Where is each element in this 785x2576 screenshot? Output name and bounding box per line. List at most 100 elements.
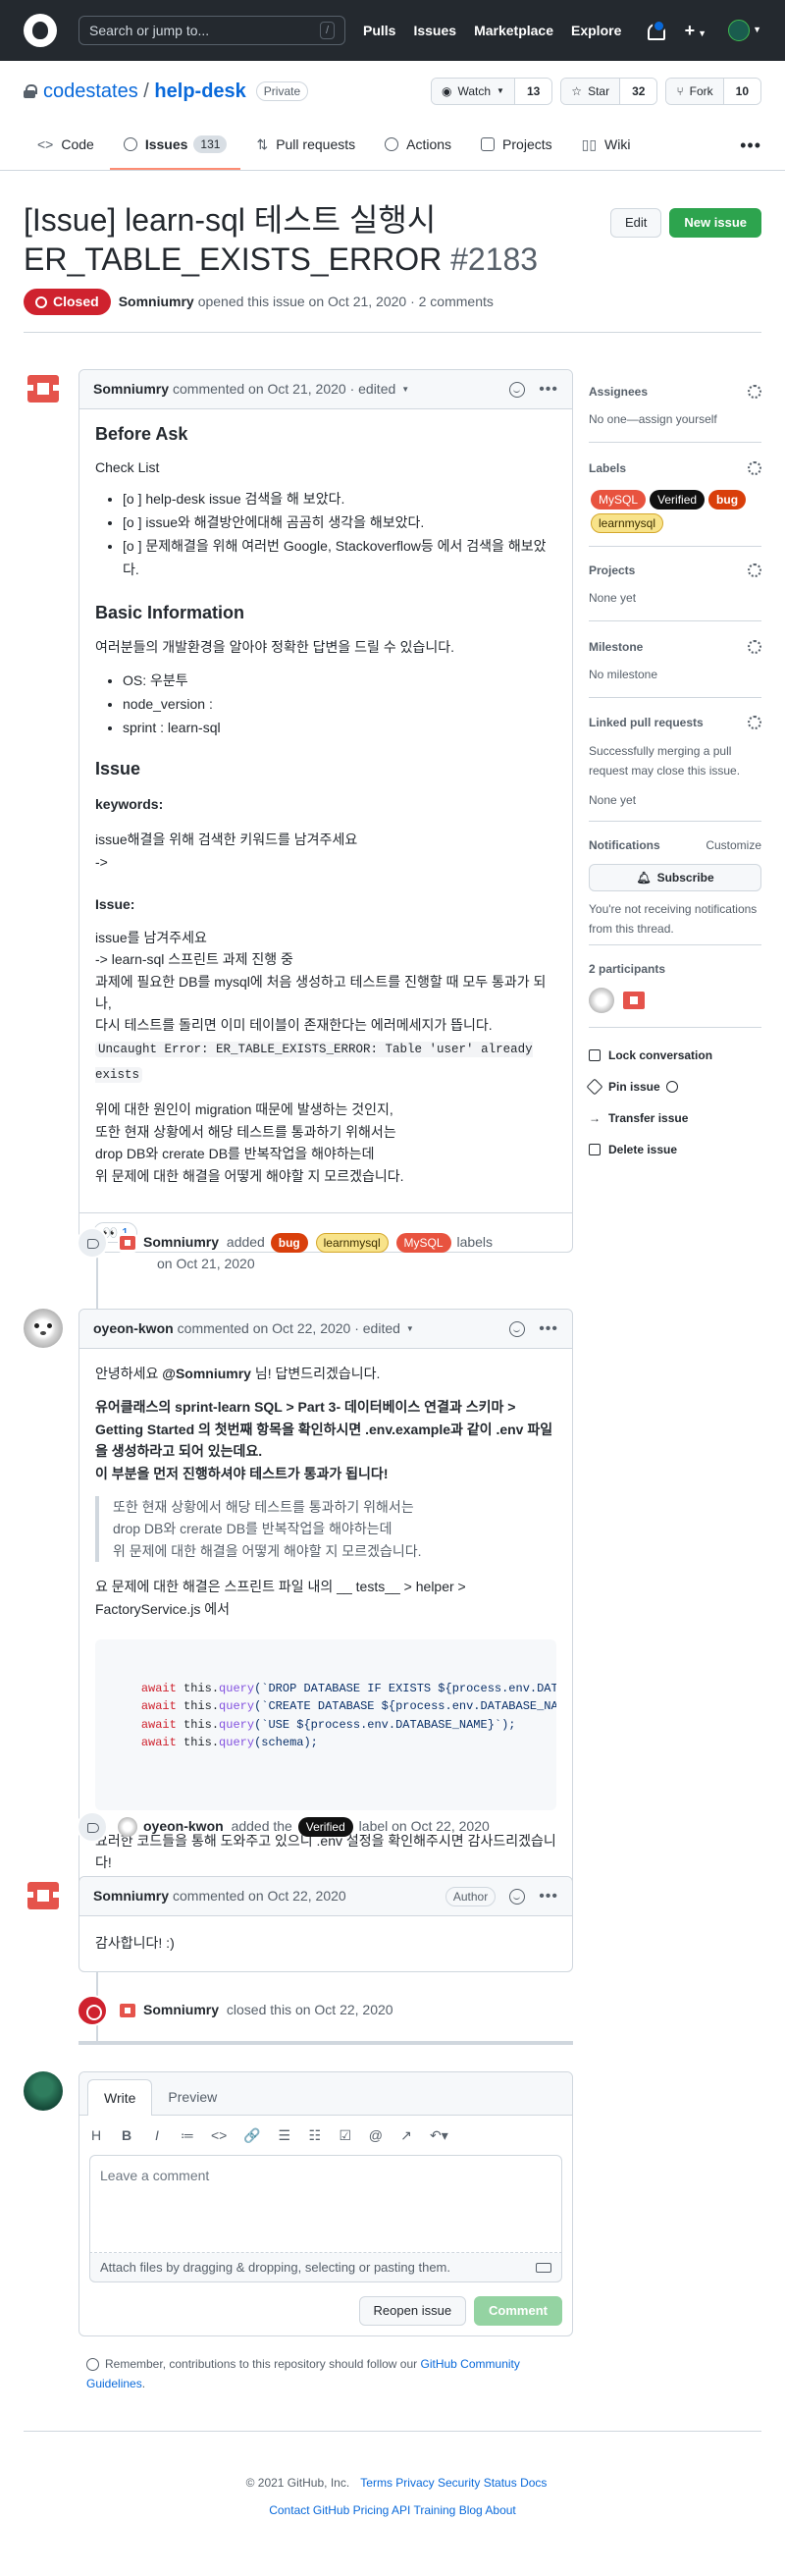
repo-name-link[interactable]: help-desk bbox=[154, 80, 245, 102]
mention-icon[interactable]: @ bbox=[369, 2125, 383, 2146]
footer-link-training[interactable]: Training bbox=[413, 2503, 455, 2517]
gear-icon[interactable] bbox=[748, 385, 761, 399]
unordered-list-icon[interactable]: ☰ bbox=[278, 2125, 291, 2146]
nav-pulls[interactable]: Pulls bbox=[363, 21, 395, 41]
label-mysql[interactable]: MySQL bbox=[591, 489, 647, 510]
tab-pull-requests[interactable]: ⇅ Pull requests bbox=[242, 121, 369, 170]
avatar[interactable] bbox=[24, 369, 63, 408]
avatar[interactable] bbox=[118, 1233, 137, 1254]
link-icon[interactable]: 🔗 bbox=[243, 2125, 260, 2146]
ordered-list-icon[interactable]: ☷ bbox=[308, 2125, 322, 2146]
sidebar-heading[interactable]: Assignees bbox=[589, 383, 648, 401]
footer-link-pricing[interactable]: Pricing bbox=[353, 2503, 390, 2517]
nav-marketplace[interactable]: Marketplace bbox=[474, 21, 553, 41]
sidebar-heading[interactable]: Milestone bbox=[589, 638, 643, 656]
avatar[interactable] bbox=[118, 1817, 137, 1838]
add-reaction-icon[interactable] bbox=[509, 381, 526, 398]
footer-link-terms[interactable]: Terms bbox=[360, 2476, 392, 2490]
kebab-menu-icon[interactable]: ••• bbox=[539, 378, 558, 402]
pin-issue-button[interactable]: Pin issue bbox=[586, 1078, 761, 1096]
tab-issues[interactable]: Issues 131 bbox=[109, 121, 241, 170]
quote-icon[interactable]: ≔ bbox=[181, 2125, 194, 2146]
comment-author-link[interactable]: oyeon-kwon bbox=[93, 1318, 174, 1339]
fork-count[interactable]: 10 bbox=[722, 79, 760, 104]
event-actor-link[interactable]: Somniumry bbox=[143, 1234, 219, 1250]
footer-link-about[interactable]: About bbox=[485, 2503, 515, 2517]
tab-preview[interactable]: Preview bbox=[152, 2079, 233, 2115]
label-bug[interactable]: bug bbox=[270, 1233, 308, 1254]
task-list-icon[interactable]: ☑ bbox=[339, 2125, 352, 2146]
reply-icon[interactable]: ↶▾ bbox=[430, 2125, 448, 2146]
tab-write[interactable]: Write bbox=[87, 2079, 153, 2116]
tab-actions[interactable]: Actions bbox=[371, 121, 465, 170]
nav-issues[interactable]: Issues bbox=[413, 21, 456, 41]
gear-icon[interactable] bbox=[748, 716, 761, 729]
avatar[interactable] bbox=[24, 1876, 63, 1915]
add-reaction-icon[interactable] bbox=[509, 1888, 526, 1905]
notifications-bell-icon[interactable] bbox=[646, 20, 665, 40]
gear-icon[interactable] bbox=[748, 640, 761, 654]
cross-reference-icon[interactable]: ↗ bbox=[399, 2125, 413, 2146]
attach-files-bar[interactable]: Attach files by dragging & dropping, sel… bbox=[89, 2253, 562, 2282]
assign-yourself-link[interactable]: assign yourself bbox=[639, 412, 717, 426]
footer-link-security[interactable]: Security bbox=[438, 2476, 480, 2490]
footer-link-contact[interactable]: Contact GitHub bbox=[269, 2503, 349, 2517]
repo-owner-link[interactable]: codestates bbox=[43, 80, 138, 102]
comment-textarea[interactable]: Leave a comment bbox=[89, 2155, 562, 2253]
footer-link-privacy[interactable]: Privacy bbox=[395, 2476, 434, 2490]
reopen-issue-button[interactable]: Reopen issue bbox=[358, 2296, 467, 2326]
avatar[interactable] bbox=[589, 988, 614, 1013]
issue-author-link[interactable]: Somniumry bbox=[119, 292, 194, 312]
code-block[interactable]: await this.query(`DROP DATABASE IF EXIST… bbox=[95, 1638, 556, 1811]
fork-button[interactable]: ⑂ Fork 10 bbox=[665, 78, 761, 105]
comment-meta[interactable]: commented on Oct 22, 2020 · edited bbox=[178, 1318, 400, 1339]
markdown-icon[interactable] bbox=[536, 2262, 551, 2273]
comment-author-link[interactable]: Somniumry bbox=[93, 1886, 169, 1906]
comment-author-link[interactable]: Somniumry bbox=[93, 379, 169, 400]
sidebar-heading[interactable]: Linked pull requests bbox=[589, 714, 704, 731]
avatar[interactable] bbox=[24, 1309, 63, 1348]
create-new-menu[interactable]: + ▼ bbox=[685, 18, 706, 44]
customize-link[interactable]: Customize bbox=[706, 836, 761, 854]
comment-meta[interactable]: commented on Oct 21, 2020 · edited bbox=[173, 379, 395, 400]
label-learnmysql[interactable]: learnmysql bbox=[315, 1233, 389, 1254]
tab-wiki[interactable]: ▯▯ Wiki bbox=[568, 121, 645, 170]
event-actor-link[interactable]: oyeon-kwon bbox=[143, 1818, 224, 1834]
kebab-menu-icon[interactable]: ••• bbox=[539, 1885, 558, 1908]
nav-explore[interactable]: Explore bbox=[571, 21, 621, 41]
tab-code[interactable]: <> Code bbox=[24, 121, 108, 170]
comment-meta[interactable]: commented on Oct 22, 2020 bbox=[173, 1886, 346, 1906]
label-mysql[interactable]: MySQL bbox=[395, 1233, 451, 1254]
footer-link-docs[interactable]: Docs bbox=[520, 2476, 547, 2490]
code-icon[interactable]: <> bbox=[211, 2125, 227, 2146]
user-mention-link[interactable]: @Somniumry bbox=[162, 1366, 251, 1381]
lock-conversation-button[interactable]: Lock conversation bbox=[589, 1046, 761, 1064]
chevron-down-icon[interactable]: ▼ bbox=[401, 384, 409, 396]
footer-link-status[interactable]: Status bbox=[484, 2476, 517, 2490]
label-verified[interactable]: Verified bbox=[650, 489, 706, 510]
chevron-down-icon[interactable]: ▼ bbox=[406, 1323, 414, 1335]
delete-issue-button[interactable]: Delete issue bbox=[589, 1141, 761, 1158]
italic-icon[interactable]: I bbox=[150, 2125, 164, 2146]
subscribe-button[interactable]: 🔔︎ Subscribe bbox=[589, 864, 761, 891]
event-actor-link[interactable]: Somniumry bbox=[143, 2002, 219, 2017]
add-reaction-icon[interactable] bbox=[509, 1320, 526, 1337]
sidebar-heading[interactable]: Projects bbox=[589, 562, 635, 579]
github-logo-icon[interactable] bbox=[24, 14, 57, 47]
edit-title-button[interactable]: Edit bbox=[610, 208, 662, 238]
star-count[interactable]: 32 bbox=[619, 79, 657, 104]
footer-link-api[interactable]: API bbox=[392, 2503, 410, 2517]
new-issue-button[interactable]: New issue bbox=[669, 208, 761, 238]
watch-button[interactable]: ◉ Watch ▼ 13 bbox=[430, 78, 553, 105]
avatar[interactable] bbox=[621, 988, 648, 1013]
label-bug[interactable]: bug bbox=[708, 489, 747, 510]
heading-icon[interactable]: H bbox=[89, 2125, 103, 2146]
comment-button[interactable]: Comment bbox=[474, 2296, 562, 2326]
label-verified[interactable]: Verified bbox=[297, 1817, 353, 1838]
tab-projects[interactable]: Projects bbox=[467, 121, 566, 170]
label-learnmysql[interactable]: learnmysql bbox=[591, 512, 664, 533]
star-button[interactable]: ☆ Star 32 bbox=[560, 78, 658, 105]
bold-icon[interactable]: B bbox=[120, 2125, 133, 2146]
search-input[interactable]: Search or jump to... / bbox=[78, 16, 345, 45]
transfer-issue-button[interactable]: → Transfer issue bbox=[589, 1109, 761, 1127]
